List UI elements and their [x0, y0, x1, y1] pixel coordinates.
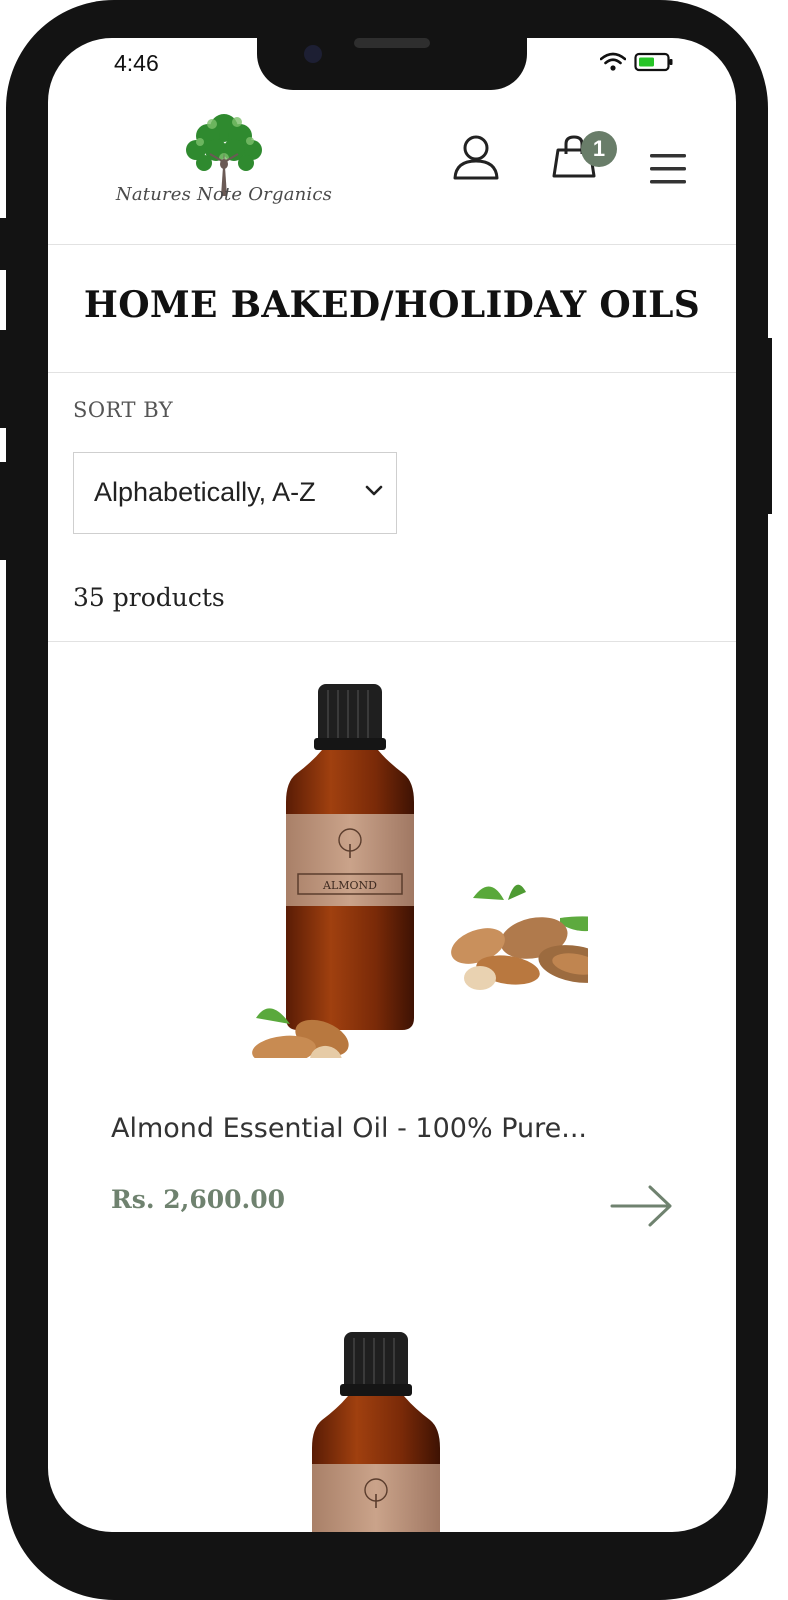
wifi-icon: [600, 52, 626, 71]
speaker-icon: [354, 38, 430, 48]
battery-icon: [634, 52, 673, 72]
camera-icon: [304, 45, 322, 63]
user-icon[interactable]: [452, 134, 500, 180]
title-divider: [48, 372, 736, 373]
phone-notch: [257, 38, 527, 90]
phone-frame: 4:46 Natures Note Organics 1 HOME BAKED/…: [6, 0, 768, 1600]
product-price: Rs. 2,600.00: [111, 1185, 286, 1214]
status-time: 4:46: [114, 50, 159, 76]
cart-count-badge: 1: [581, 131, 617, 167]
chevron-down-icon: [365, 485, 383, 496]
arrow-right-icon[interactable]: [610, 1184, 674, 1228]
product-title[interactable]: Almond Essential Oil - 100% Pure...: [111, 1113, 587, 1144]
hamburger-icon[interactable]: [648, 152, 688, 186]
logo-text: Natures Note Organics: [115, 184, 333, 205]
page-title: HOME BAKED/HOLIDAY OILS: [83, 284, 701, 326]
product-label-text: ALMOND: [322, 879, 377, 892]
phone-screen: 4:46 Natures Note Organics 1 HOME BAKED/…: [48, 38, 736, 1532]
product-image[interactable]: ALMOND: [198, 678, 588, 1058]
header-divider: [48, 244, 736, 245]
status-icons: [600, 52, 674, 72]
product-image[interactable]: [308, 1328, 468, 1532]
sort-select[interactable]: Alphabetically, A-Z: [73, 452, 397, 534]
sort-selected-value: Alphabetically, A-Z: [94, 477, 316, 507]
product-count: 35 products: [73, 583, 225, 612]
sort-by-label: SORT BY: [73, 398, 174, 422]
list-divider: [48, 641, 736, 642]
store-logo[interactable]: Natures Note Organics: [112, 106, 336, 216]
